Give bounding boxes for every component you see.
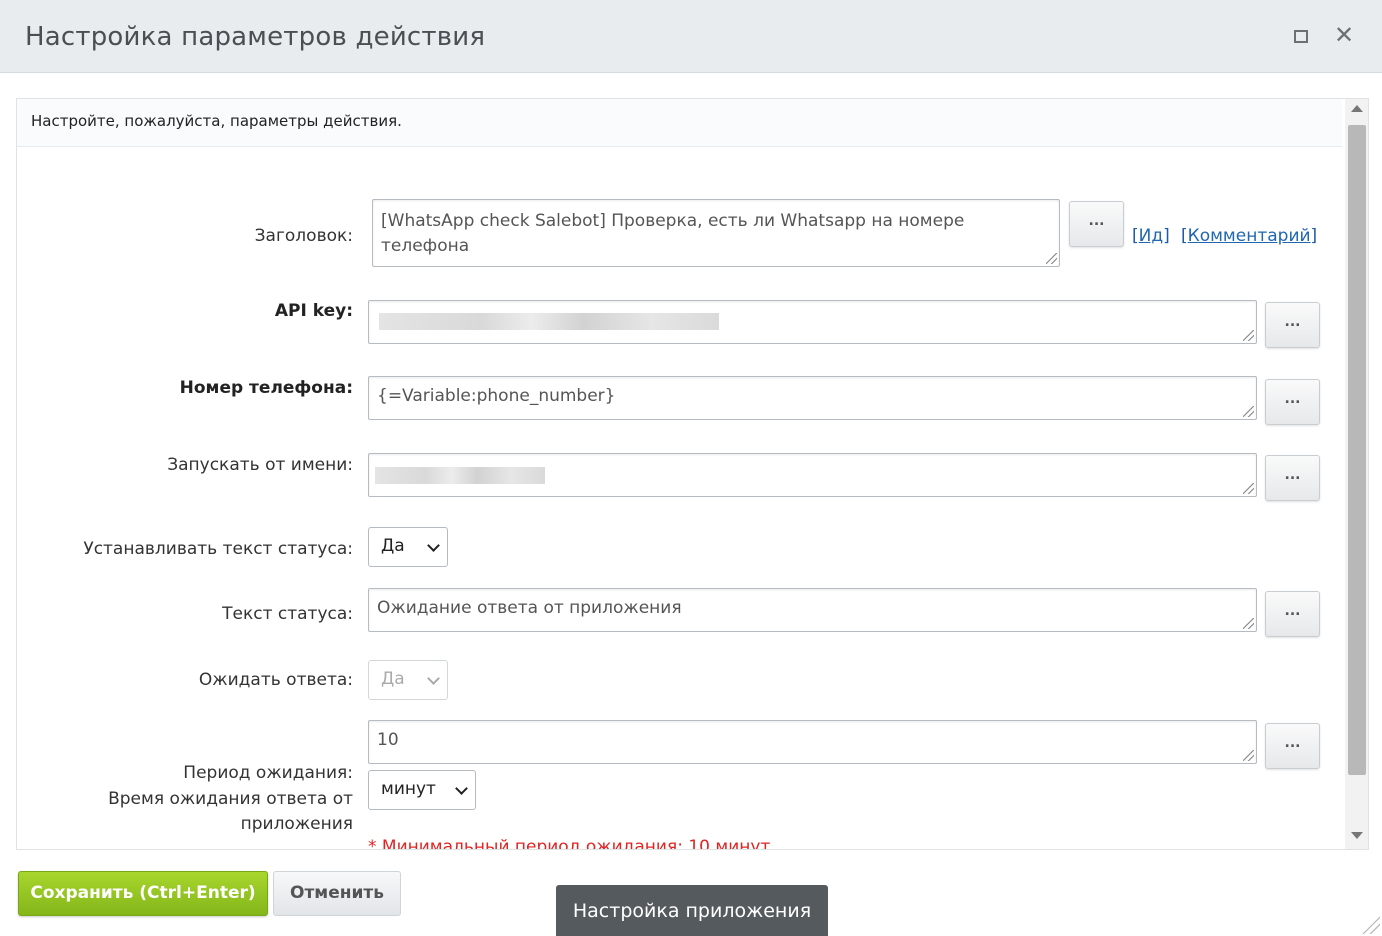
status-text-value: Ожидание ответа от приложения bbox=[377, 598, 682, 618]
scroll-down-icon[interactable] bbox=[1351, 832, 1363, 839]
run-as-insert-button[interactable]: ... bbox=[1265, 455, 1320, 501]
min-period-note: * Минимальный период ожидания: 10 минут bbox=[368, 837, 771, 850]
header-insert-button[interactable]: ... bbox=[1069, 201, 1124, 247]
resize-grip-icon[interactable] bbox=[1243, 330, 1254, 341]
period-unit-value: минут bbox=[381, 779, 436, 799]
chevron-down-icon bbox=[455, 782, 468, 795]
window-resize-icon[interactable] bbox=[1362, 916, 1380, 934]
run-as-label: Запускать от имени: bbox=[167, 455, 353, 475]
resize-grip-icon[interactable] bbox=[1243, 750, 1254, 761]
save-button[interactable]: Сохранить (Ctrl+Enter) bbox=[18, 871, 268, 916]
comment-link-label[interactable]: Комментарий bbox=[1188, 226, 1311, 246]
dialog-titlebar: Настройка параметров действия ✕ bbox=[0, 0, 1382, 73]
period-insert-button[interactable]: ... bbox=[1265, 723, 1320, 769]
resize-grip-icon[interactable] bbox=[1243, 618, 1254, 629]
close-icon[interactable]: ✕ bbox=[1333, 22, 1355, 48]
period-unit-select[interactable]: минут bbox=[368, 770, 476, 810]
period-label: Период ожидания: bbox=[183, 763, 353, 783]
redacted-user bbox=[375, 467, 545, 484]
phone-value: {=Variable:phone_number} bbox=[377, 386, 616, 406]
app-settings-tooltip: Настройка приложения bbox=[556, 885, 828, 936]
status-text-field[interactable]: Ожидание ответа от приложения bbox=[368, 588, 1257, 632]
redacted-api-key bbox=[379, 313, 719, 330]
chevron-down-icon bbox=[427, 672, 440, 685]
status-text-label: Текст статуса: bbox=[222, 604, 353, 624]
scrollbar-thumb[interactable] bbox=[1348, 125, 1366, 775]
set-status-select[interactable]: Да bbox=[368, 527, 448, 567]
header-label: Заголовок: bbox=[254, 226, 353, 246]
resize-grip-icon[interactable] bbox=[1046, 253, 1057, 264]
scroll-up-icon[interactable] bbox=[1351, 105, 1363, 112]
chevron-down-icon bbox=[427, 539, 440, 552]
maximize-icon[interactable] bbox=[1294, 30, 1308, 43]
cancel-button[interactable]: Отменить bbox=[273, 871, 401, 916]
dialog-content: Настройте, пожалуйста, параметры действи… bbox=[16, 98, 1369, 850]
set-status-value: Да bbox=[381, 536, 405, 556]
phone-label: Номер телефона: bbox=[179, 378, 353, 398]
comment-link-close: ] bbox=[1310, 226, 1318, 246]
api-key-insert-button[interactable]: ... bbox=[1265, 302, 1320, 348]
wait-reply-select: Да bbox=[368, 660, 448, 700]
period-field[interactable]: 10 bbox=[368, 720, 1257, 764]
set-status-label: Устанавливать текст статуса: bbox=[83, 539, 353, 559]
intro-text: Настройте, пожалуйста, параметры действи… bbox=[17, 99, 1342, 147]
phone-insert-button[interactable]: ... bbox=[1265, 379, 1320, 425]
comment-link-open: [ bbox=[1181, 226, 1188, 246]
phone-field[interactable]: {=Variable:phone_number} bbox=[368, 376, 1257, 420]
api-key-field[interactable] bbox=[368, 300, 1257, 344]
resize-grip-icon[interactable] bbox=[1243, 483, 1254, 494]
dialog-title: Настройка параметров действия bbox=[25, 22, 486, 52]
api-key-label: API key: bbox=[274, 301, 353, 321]
status-text-insert-button[interactable]: ... bbox=[1265, 591, 1320, 637]
id-link[interactable]: [Ид] bbox=[1132, 226, 1170, 246]
run-as-field[interactable] bbox=[368, 453, 1257, 497]
wait-reply-label: Ожидать ответа: bbox=[198, 670, 353, 690]
id-link-close: ] bbox=[1163, 226, 1170, 246]
id-link-open: [ bbox=[1132, 226, 1139, 246]
period-description-line1: Время ожидания ответа от bbox=[108, 789, 353, 809]
comment-link[interactable]: [Комментарий] bbox=[1181, 226, 1317, 246]
header-field[interactable]: [WhatsApp check Salebot] Проверка, есть … bbox=[372, 199, 1060, 267]
header-value: [WhatsApp check Salebot] Проверка, есть … bbox=[381, 211, 965, 256]
period-description-line2: приложения bbox=[240, 814, 353, 834]
id-link-label[interactable]: Ид bbox=[1139, 226, 1163, 246]
wait-reply-value: Да bbox=[381, 669, 405, 689]
period-value: 10 bbox=[377, 730, 399, 750]
resize-grip-icon[interactable] bbox=[1243, 406, 1254, 417]
